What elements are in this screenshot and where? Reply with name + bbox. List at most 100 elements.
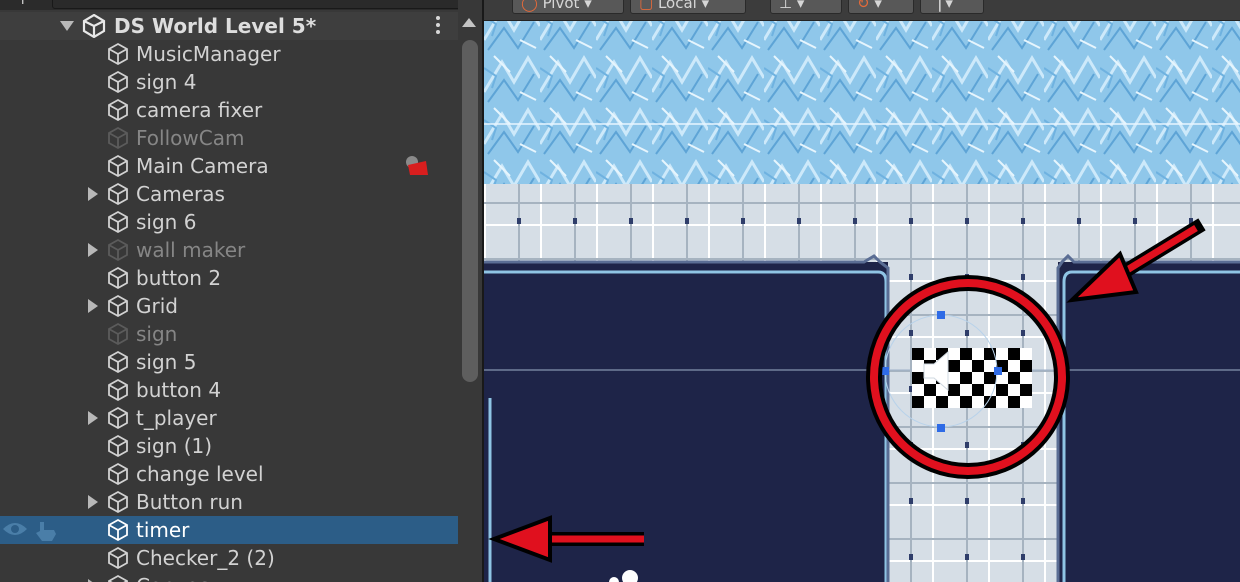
hierarchy-item[interactable]: Button run — [0, 488, 458, 516]
expand-arrow-icon[interactable] — [60, 21, 74, 31]
floor-tiles — [484, 184, 1240, 264]
expand-arrow-icon[interactable] — [88, 411, 98, 425]
scroll-up-arrow-icon[interactable] — [462, 18, 476, 27]
hierarchy-item[interactable]: sign 6 — [0, 208, 458, 236]
expand-arrow-icon[interactable] — [88, 187, 98, 201]
chevron-down-icon: ▾ — [945, 0, 953, 12]
gameobject-cube-icon — [108, 322, 128, 346]
kebab-menu-icon[interactable] — [436, 16, 440, 37]
hierarchy-item[interactable]: Grid — [0, 292, 458, 320]
gameobject-cube-icon — [108, 42, 128, 66]
hierarchy-item[interactable]: t_player — [0, 404, 458, 432]
scene-view[interactable] — [484, 0, 1240, 582]
expand-arrow-icon[interactable] — [88, 299, 98, 313]
search-input[interactable] — [52, 0, 458, 9]
hierarchy-item-label: Canvas — [136, 574, 209, 582]
local-label: Local — [657, 0, 697, 12]
gameobject-cube-icon — [108, 378, 128, 402]
hierarchy-item[interactable]: wall maker — [0, 236, 458, 264]
hierarchy-item[interactable]: button 4 — [0, 376, 458, 404]
gameobject-cube-icon — [108, 238, 128, 262]
right-wall — [1056, 253, 1240, 582]
local-dropdown[interactable]: ▢ Local ▾ — [630, 0, 746, 14]
hierarchy-item[interactable]: Checker_2 (2) — [0, 544, 458, 572]
chevron-down-icon: ▾ — [701, 0, 710, 12]
hierarchy-item[interactable]: Cameras — [0, 180, 458, 208]
hierarchy-item[interactable]: timer — [0, 516, 458, 544]
gameobject-cube-icon — [108, 154, 128, 178]
hierarchy-item[interactable]: sign 4 — [0, 68, 458, 96]
ruler-icon: ▕ — [929, 0, 941, 12]
hierarchy-item-label: timer — [136, 518, 190, 542]
pivot-dropdown[interactable]: ◯ Pivot ▾ — [512, 0, 624, 14]
hierarchy-item[interactable]: button 2 — [0, 264, 458, 292]
row-visibility-controls — [2, 520, 58, 542]
gameobject-cube-icon — [108, 434, 128, 458]
gameobject-cube-icon — [108, 546, 128, 570]
hierarchy-item-label: sign (1) — [136, 434, 213, 458]
hierarchy-panel: + DS World Level 5* MusicManager sign 4 ca… — [0, 0, 458, 582]
hierarchy-item[interactable]: change level — [0, 460, 458, 488]
hierarchy-item[interactable]: camera fixer — [0, 96, 458, 124]
expand-arrow-icon[interactable] — [88, 243, 98, 257]
grid-snap-icon: ⊥ — [779, 0, 793, 12]
add-icon[interactable]: + — [16, 0, 29, 7]
ruler-dropdown[interactable]: ▕ ▾ — [920, 0, 984, 14]
unity-logo-icon — [82, 14, 106, 38]
chevron-down-icon: ▾ — [584, 0, 592, 12]
gameobject-cube-icon — [108, 182, 128, 206]
local-icon: ▢ — [639, 0, 654, 12]
scene-name: DS World Level 5* — [114, 14, 317, 38]
chevron-down-icon: ▾ — [796, 0, 805, 12]
hierarchy-item-label: Checker_2 (2) — [136, 546, 275, 570]
scroll-thumb[interactable] — [462, 40, 478, 382]
gameobject-cube-icon — [108, 294, 128, 318]
hierarchy-item-label: FollowCam — [136, 126, 245, 150]
gameobject-cube-icon — [108, 266, 128, 290]
hierarchy-item-label: wall maker — [136, 238, 246, 262]
gameobject-cube-icon — [108, 98, 128, 122]
camera-gizmo-icon — [406, 156, 428, 175]
hierarchy-item-label: sign — [136, 322, 178, 346]
scene-canvas[interactable] — [484, 0, 1240, 582]
hierarchy-item[interactable]: sign (1) — [0, 432, 458, 460]
snap-icon: ↻ — [857, 0, 870, 12]
hierarchy-item-label: MusicManager — [136, 42, 281, 66]
eye-icon[interactable] — [2, 520, 28, 538]
hierarchy-item-label: change level — [136, 462, 264, 486]
scene-root-row[interactable]: DS World Level 5* — [0, 12, 458, 40]
hierarchy-item-label: Grid — [136, 294, 178, 318]
hierarchy-item-label: Cameras — [136, 182, 225, 206]
expand-arrow-icon[interactable] — [88, 495, 98, 509]
gameobject-cube-icon — [108, 210, 128, 234]
hierarchy-item[interactable]: MusicManager — [0, 40, 458, 68]
hierarchy-search-bar[interactable]: + — [0, 0, 458, 10]
grid-snap-dropdown[interactable]: ⊥ ▾ — [770, 0, 842, 14]
gameobject-cube-icon — [108, 462, 128, 486]
chevron-down-icon: ▾ — [874, 0, 882, 12]
hierarchy-item-label: Main Camera — [136, 154, 269, 178]
gameobject-cube-icon — [108, 574, 128, 582]
pivot-icon: ◯ — [521, 0, 538, 12]
hierarchy-item[interactable]: Canvas — [0, 572, 458, 582]
gameobject-cube-icon — [108, 406, 128, 430]
gameobject-cube-icon — [108, 490, 128, 514]
hand-pointer-icon[interactable] — [34, 520, 58, 542]
gameobject-cube-icon — [108, 518, 128, 542]
gameobject-cube-icon — [108, 350, 128, 374]
hierarchy-item-label: sign 5 — [136, 350, 197, 374]
hierarchy-item[interactable]: sign — [0, 320, 458, 348]
increment-snap-dropdown[interactable]: ↻ ▾ — [848, 0, 914, 14]
gameobject-cube-icon — [108, 70, 128, 94]
hierarchy-item[interactable]: FollowCam — [0, 124, 458, 152]
hierarchy-item-label: sign 4 — [136, 70, 197, 94]
hierarchy-item-label: camera fixer — [136, 98, 263, 122]
ice-tiles — [484, 20, 1240, 184]
scene-toolbar: ◯ Pivot ▾ ▢ Local ▾ ⊥ ▾ ↻ ▾ ▕ ▾ — [484, 0, 1240, 21]
hierarchy-item-label: Button run — [136, 490, 243, 514]
pivot-label: Pivot — [542, 0, 580, 12]
hierarchy-item-label: button 4 — [136, 378, 222, 402]
hierarchy-item[interactable]: Main Camera — [0, 152, 458, 180]
hierarchy-item[interactable]: sign 5 — [0, 348, 458, 376]
gameobject-cube-icon — [108, 126, 128, 150]
